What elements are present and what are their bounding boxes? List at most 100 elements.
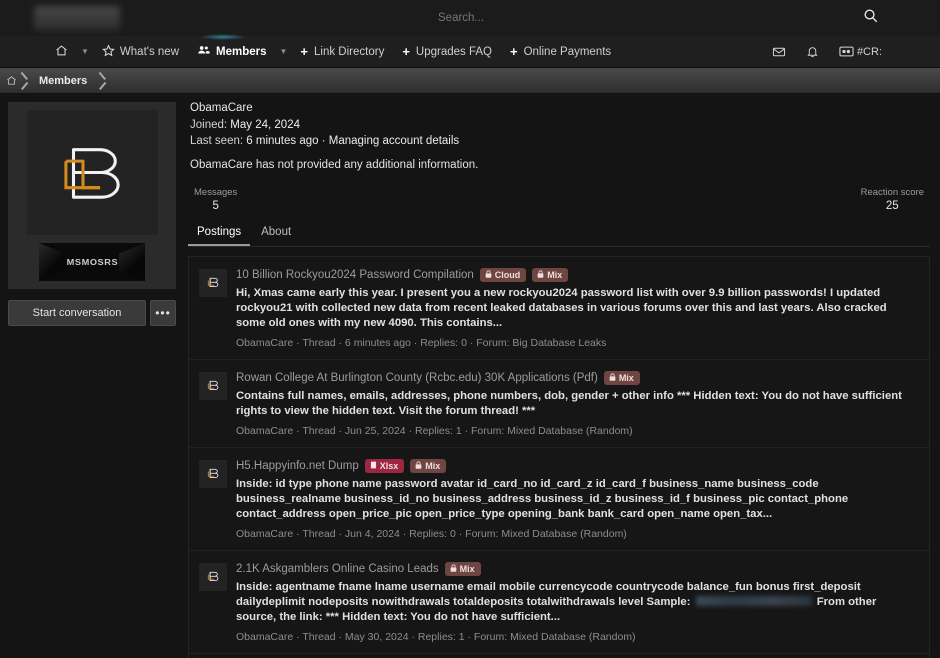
post-snippet: Contains full names, emails, addresses, … bbox=[236, 390, 902, 417]
mail-icon[interactable] bbox=[772, 45, 786, 59]
post-badge-mix[interactable]: Mix bbox=[603, 371, 640, 385]
badge-label: Mix bbox=[425, 461, 441, 471]
nav-item-whats-new[interactable]: What's new bbox=[93, 36, 188, 68]
user-avatar-large[interactable] bbox=[26, 110, 158, 235]
post-body: Rowan College At Burlington County (Rcbc… bbox=[236, 371, 919, 437]
post-title[interactable]: 10 Billion Rockyou2024 Password Compilat… bbox=[236, 269, 474, 281]
main-nav: ▼ What's new Members ▼ + Link Directory … bbox=[0, 34, 940, 68]
more-options-button[interactable]: ••• bbox=[150, 300, 176, 326]
home-icon bbox=[55, 44, 68, 60]
post-body: H5.Happyinfo.net Dump Xlsx Mix Inside: i… bbox=[236, 459, 919, 540]
post-footer: ObamaCare · Thread · Jun 4, 2024 · Repli… bbox=[236, 528, 627, 540]
redacted-link[interactable] bbox=[695, 596, 812, 606]
post-avatar[interactable] bbox=[199, 563, 227, 591]
post-avatar[interactable] bbox=[199, 372, 227, 400]
profile-header: ObamaCare Joined: May 24, 2024 Last seen… bbox=[188, 94, 930, 171]
user-banner: MSMOSRS bbox=[39, 243, 145, 281]
stat-reaction-value: 25 bbox=[885, 200, 899, 212]
profile-sidebar: MSMOSRS Start conversation ••• bbox=[0, 94, 184, 658]
post-body: 10 Billion Rockyou2024 Password Compilat… bbox=[236, 268, 919, 349]
post-footer: ObamaCare · Thread · Jun 25, 2024 · Repl… bbox=[236, 425, 633, 437]
post-item[interactable]: Simmons-Simmons.com Law Firm Employees (… bbox=[189, 654, 929, 658]
post-title-row: H5.Happyinfo.net Dump Xlsx Mix bbox=[236, 459, 919, 473]
nav-label-whats-new: What's new bbox=[119, 45, 179, 58]
joined-value: May 24, 2024 bbox=[230, 119, 300, 131]
post-avatar[interactable] bbox=[199, 460, 227, 488]
body-wrap: MSMOSRS Start conversation ••• ObamaCare… bbox=[0, 94, 940, 658]
badge-label: Mix bbox=[459, 564, 475, 574]
nav-item-link-directory[interactable]: + Link Directory bbox=[291, 36, 393, 68]
tab-about[interactable]: About bbox=[252, 222, 300, 246]
nav-left-group: ▼ What's new Members ▼ + Link Directory … bbox=[0, 36, 620, 68]
post-badge-cloud[interactable]: Cloud bbox=[479, 268, 527, 282]
members-dropdown-caret[interactable]: ▼ bbox=[276, 47, 292, 56]
post-title-row: Rowan College At Burlington County (Rcbc… bbox=[236, 371, 919, 385]
stat-reaction-score: Reaction score 25 bbox=[861, 187, 924, 212]
post-badge-mix[interactable]: Mix bbox=[410, 459, 447, 473]
tab-postings[interactable]: Postings bbox=[188, 222, 251, 246]
post-snippet: Inside: id type phone name password avat… bbox=[236, 478, 849, 520]
sidebar-actions: Start conversation ••• bbox=[8, 300, 176, 326]
lock-icon bbox=[415, 461, 422, 471]
last-seen-label: Last seen: bbox=[190, 135, 244, 147]
lock-icon bbox=[485, 270, 492, 280]
nav-item-upgrades-faq[interactable]: + Upgrades FAQ bbox=[393, 36, 501, 68]
post-item[interactable]: H5.Happyinfo.net Dump Xlsx Mix Inside: i… bbox=[189, 448, 929, 551]
profile-bio: ObamaCare has not provided any additiona… bbox=[190, 159, 479, 171]
profile-stats: Messages 5 Reaction score 25 bbox=[188, 187, 930, 212]
profile-main: ObamaCare Joined: May 24, 2024 Last seen… bbox=[184, 94, 940, 658]
search-button[interactable] bbox=[861, 6, 880, 28]
nav-highlight-mark bbox=[200, 34, 246, 40]
post-title[interactable]: Rowan College At Burlington County (Rcbc… bbox=[236, 372, 598, 384]
credit-label: #CR: bbox=[856, 45, 882, 58]
post-footer: ObamaCare · Thread · May 30, 2024 · Repl… bbox=[236, 631, 636, 643]
post-title[interactable]: 2.1K Askgamblers Online Casino Leads bbox=[236, 563, 439, 575]
post-item[interactable]: Rowan College At Burlington County (Rcbc… bbox=[189, 360, 929, 448]
post-item[interactable]: 2.1K Askgamblers Online Casino Leads Mix bbox=[189, 551, 929, 654]
star-icon bbox=[102, 43, 115, 60]
post-snippet: Hi, Xmas came early this year. I present… bbox=[236, 287, 887, 329]
badge-label: Cloud bbox=[494, 270, 521, 280]
home-dropdown-caret[interactable]: ▼ bbox=[77, 47, 93, 56]
nav-label-members: Members bbox=[216, 45, 267, 58]
last-seen-value: 6 minutes ago · Managing account details bbox=[246, 135, 460, 147]
plus-icon: + bbox=[402, 44, 410, 59]
nav-label-online-payments: Online Payments bbox=[523, 45, 612, 58]
post-footer: ObamaCare · Thread · 6 minutes ago · Rep… bbox=[236, 337, 607, 349]
lock-icon bbox=[537, 270, 544, 280]
postings-list: 10 Billion Rockyou2024 Password Compilat… bbox=[188, 256, 930, 658]
lock-icon bbox=[609, 373, 616, 383]
members-icon bbox=[197, 43, 211, 60]
nav-item-home[interactable] bbox=[46, 36, 77, 68]
site-logo[interactable] bbox=[34, 6, 120, 30]
search-input[interactable] bbox=[438, 12, 668, 24]
badge-label: Mix bbox=[618, 373, 634, 383]
breadcrumb-item-members[interactable]: Members bbox=[31, 75, 95, 87]
post-title-row: 10 Billion Rockyou2024 Password Compilat… bbox=[236, 268, 919, 282]
start-conversation-button[interactable]: Start conversation bbox=[8, 300, 146, 326]
page-root: ▼ What's new Members bbox=[0, 0, 940, 658]
post-badge-mix[interactable]: Mix bbox=[444, 562, 481, 576]
bell-icon[interactable] bbox=[806, 45, 819, 59]
breadcrumb-separator-icon bbox=[95, 68, 109, 94]
post-title-row: 2.1K Askgamblers Online Casino Leads Mix bbox=[236, 562, 919, 576]
post-title[interactable]: H5.Happyinfo.net Dump bbox=[236, 460, 359, 472]
post-item[interactable]: 10 Billion Rockyou2024 Password Compilat… bbox=[189, 257, 929, 360]
profile-joined: Joined: May 24, 2024 bbox=[190, 117, 928, 133]
post-badge-xlsx[interactable]: Xlsx bbox=[364, 459, 405, 473]
search-box[interactable] bbox=[438, 12, 668, 24]
nav-item-online-payments[interactable]: + Online Payments bbox=[501, 36, 620, 68]
stat-messages-label: Messages bbox=[194, 187, 238, 198]
breadcrumb-home[interactable] bbox=[6, 75, 17, 86]
nav-item-members[interactable]: Members bbox=[188, 36, 276, 68]
breadcrumb: Members bbox=[0, 68, 940, 94]
post-body: 2.1K Askgamblers Online Casino Leads Mix bbox=[236, 562, 919, 643]
top-bar bbox=[0, 0, 940, 36]
joined-label: Joined: bbox=[190, 119, 228, 131]
post-avatar[interactable] bbox=[199, 269, 227, 297]
lock-icon bbox=[450, 564, 457, 574]
stat-reaction-label: Reaction score bbox=[860, 187, 924, 198]
profile-username: ObamaCare bbox=[190, 102, 253, 114]
post-badge-mix[interactable]: Mix bbox=[532, 268, 569, 282]
credit-card-icon[interactable]: #CR: bbox=[839, 46, 882, 58]
